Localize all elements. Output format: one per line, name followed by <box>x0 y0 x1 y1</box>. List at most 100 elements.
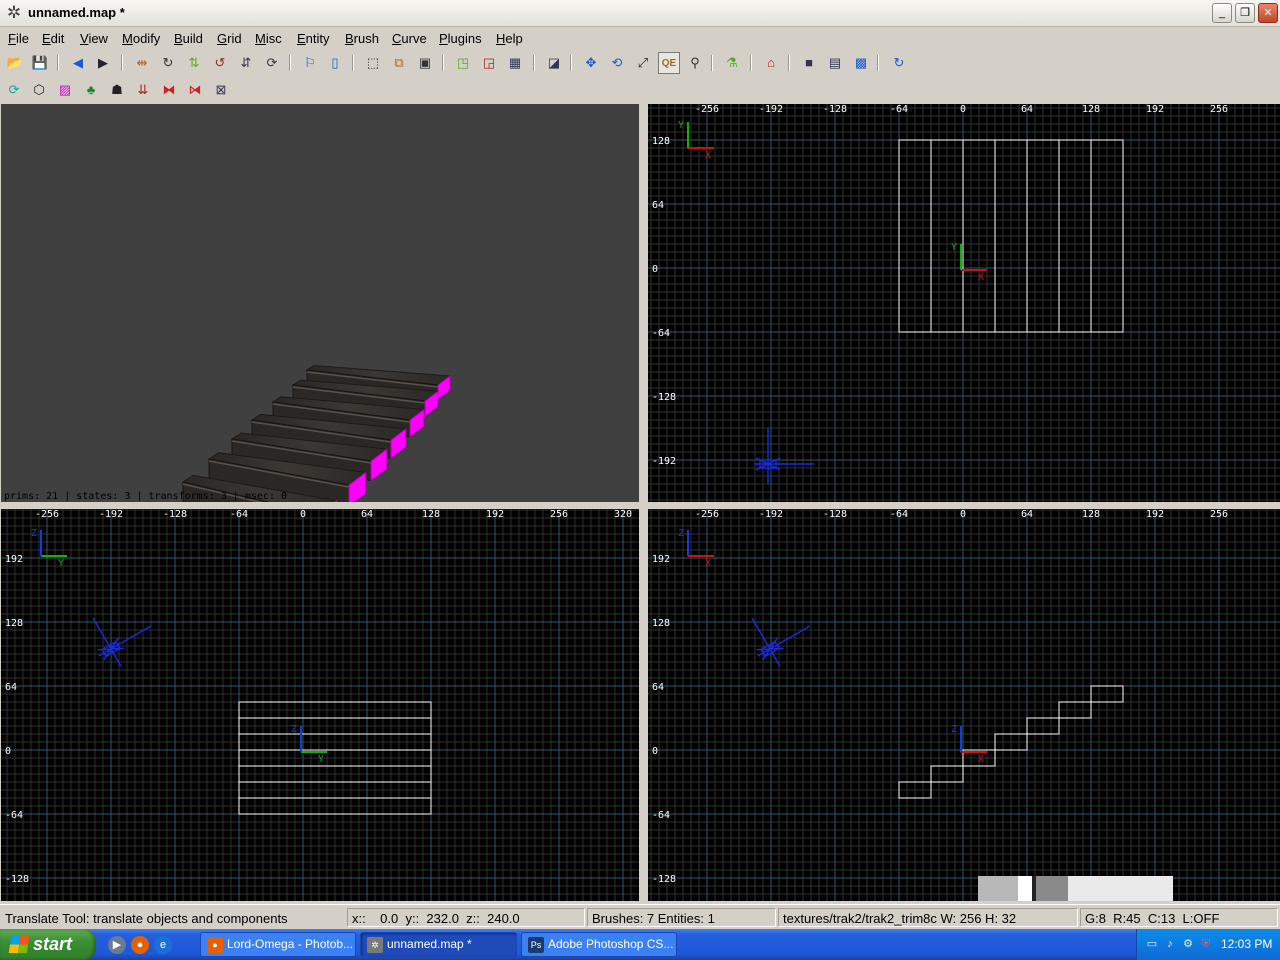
menu-curve[interactable]: Curve <box>392 31 427 46</box>
select-touching-icon[interactable]: ⧉ <box>388 52 410 74</box>
invert-icon[interactable]: ⊠ <box>210 79 232 101</box>
pivot-gizmo-h-label: X <box>978 272 984 283</box>
redo-arrow-icon[interactable]: ▶ <box>92 52 114 74</box>
cap-icon[interactable]: ☗ <box>106 79 128 101</box>
y-tick-label: -64 <box>5 810 23 821</box>
menu-file[interactable]: File <box>8 31 29 46</box>
menu-misc[interactable]: Misc <box>255 31 282 46</box>
y-tick-label: 0 <box>652 264 658 275</box>
task-label: unnamed.map * <box>387 937 472 951</box>
x-tick-label: 192 <box>1146 104 1164 115</box>
translate-tool-icon[interactable]: ✥ <box>580 52 602 74</box>
minimize-button[interactable]: _ <box>1212 3 1232 23</box>
menu-build[interactable]: Build <box>174 31 203 46</box>
x-tick-label: -256 <box>695 509 719 520</box>
taskbar: start ▶ ● e ● Lord-Omega - Photob... ✲ u… <box>0 929 1280 960</box>
cycle-icon[interactable]: ⟳ <box>3 79 25 101</box>
rotate-tool-icon[interactable]: ⟲ <box>606 52 628 74</box>
x-tick-label: 320 <box>614 509 632 520</box>
undo-arrow-icon[interactable]: ◀ <box>67 52 89 74</box>
menu-edit[interactable]: Edit <box>42 31 64 46</box>
volume-icon[interactable]: ♪ <box>1163 937 1177 951</box>
document-icon[interactable]: ▤ <box>824 52 846 74</box>
media-player-icon[interactable]: ▶ <box>108 936 126 954</box>
select-inside-icon[interactable]: ⬚ <box>362 52 384 74</box>
thicken-icon[interactable]: ⇊ <box>132 79 154 101</box>
mirror-y-icon[interactable]: ⧒ <box>184 79 206 101</box>
side-view-grid: -256 -192 -128 -64 0 64 128 192 256 192 128 64 0 -64 -… <box>648 509 1280 901</box>
select-partial-icon[interactable]: ▣ <box>414 52 436 74</box>
toolbar-separator <box>788 55 790 71</box>
task-radiant[interactable]: ✲ unnamed.map * <box>360 932 517 957</box>
title-bar[interactable]: ✲ unnamed.map * _ ❐ ✕ <box>0 0 1280 27</box>
texture-icon[interactable]: ▩ <box>850 52 872 74</box>
close-button[interactable]: ✕ <box>1258 3 1278 23</box>
rotate-z-icon[interactable]: ⟳ <box>261 52 283 74</box>
maximize-button[interactable]: ❐ <box>1235 3 1255 23</box>
flip-z-icon[interactable]: ⇵ <box>235 52 257 74</box>
status-grid: G:8 R:45 C:13 L:OFF <box>1080 908 1278 927</box>
top-view-xy[interactable]: -256 -192 -128 -64 0 64 128 192 256 128 64 0 -64 -128… <box>648 104 1280 502</box>
pivot-gizmo-v-label: Z <box>291 724 297 735</box>
x-tick-label: -64 <box>890 104 908 115</box>
axis-gizmo-v-label: Z <box>678 528 684 539</box>
clock: 12:03 PM <box>1221 937 1273 951</box>
rotate-y-icon[interactable]: ↺ <box>209 52 231 74</box>
refresh-icon[interactable]: ↻ <box>888 52 910 74</box>
status-tool: Translate Tool: translate objects and co… <box>5 911 288 926</box>
task-photoshop[interactable]: Ps Adobe Photoshop CS... <box>521 932 677 957</box>
x-tick-label: 256 <box>1210 509 1228 520</box>
csg-subtract-icon[interactable]: ◲ <box>478 52 500 74</box>
y-tick-label: 192 <box>5 554 23 565</box>
vertex-tool-icon[interactable]: ⚲ <box>684 52 706 74</box>
clipper-icon[interactable]: ◳ <box>452 52 474 74</box>
scale-tool-icon[interactable]: ⤢ <box>632 52 654 74</box>
menu-help[interactable]: Help <box>496 31 523 46</box>
menu-brush[interactable]: Brush <box>345 31 379 46</box>
start-button[interactable]: start <box>0 929 96 960</box>
flip-y-icon[interactable]: ⇅ <box>183 52 205 74</box>
front-view-yz[interactable]: -256 -192 -128 -64 0 64 128 192 256 320 192 128 64 0 -… <box>1 509 639 901</box>
save-icon[interactable]: 💾 <box>29 52 51 74</box>
side-view-xz[interactable]: -256 -192 -128 -64 0 64 128 192 256 192 128 64 0 -64 -… <box>648 509 1280 901</box>
patch-icon[interactable]: ⬡ <box>28 79 50 101</box>
pivot-gizmo-h-label: X <box>978 754 984 765</box>
entity-icon[interactable]: ▯ <box>324 52 346 74</box>
axis-gizmo-v-label: Z <box>31 528 37 539</box>
rotate-x-icon[interactable]: ↻ <box>157 52 179 74</box>
mirror-x-icon[interactable]: ⧓ <box>158 79 180 101</box>
menu-bar: File Edit View Modify Build Grid Misc En… <box>0 27 1280 50</box>
pivot-gizmo-v-label: Z <box>951 724 957 735</box>
network-icon[interactable]: ▭ <box>1145 937 1159 951</box>
plugin-icon[interactable]: ⚗ <box>721 52 743 74</box>
stairs-render <box>181 364 452 502</box>
menu-view[interactable]: View <box>80 31 108 46</box>
flip-x-icon[interactable]: ⇹ <box>131 52 153 74</box>
toolbar-separator <box>57 55 59 71</box>
menu-plugins[interactable]: Plugins <box>439 31 482 46</box>
cube-icon[interactable]: ■ <box>798 52 820 74</box>
firefox-icon[interactable]: ● <box>131 936 149 954</box>
open-icon[interactable]: 📂 <box>4 52 26 74</box>
make-hollow-icon[interactable]: ⚐ <box>299 52 321 74</box>
menu-modify[interactable]: Modify <box>122 31 160 46</box>
qe-tool-button[interactable]: QE <box>658 52 680 74</box>
toolbar-separator <box>121 55 123 71</box>
shader-icon[interactable]: ▨ <box>54 79 76 101</box>
x-tick-label: 192 <box>486 509 504 520</box>
security-icon[interactable]: ⚙ <box>1181 937 1195 951</box>
home-icon[interactable]: ⌂ <box>760 52 782 74</box>
internet-explorer-icon[interactable]: e <box>154 936 172 954</box>
menu-grid[interactable]: Grid <box>217 31 242 46</box>
axis-gizmo-h-label: X <box>705 558 711 569</box>
task-firefox[interactable]: ● Lord-Omega - Photob... <box>200 932 356 957</box>
tree-icon[interactable]: ♣ <box>80 79 102 101</box>
camera-view[interactable]: prims: 21 | states: 3 | transforms: 3 | … <box>1 104 639 502</box>
stairs-mesh <box>181 364 452 502</box>
texture-lock-icon[interactable]: ◪ <box>543 52 565 74</box>
csg-merge-icon[interactable]: ▦ <box>504 52 526 74</box>
menu-entity[interactable]: Entity <box>297 31 330 46</box>
shield-icon[interactable]: ⛨ <box>1199 937 1213 951</box>
toolbar-separator <box>533 55 535 71</box>
start-label: start <box>33 934 73 954</box>
